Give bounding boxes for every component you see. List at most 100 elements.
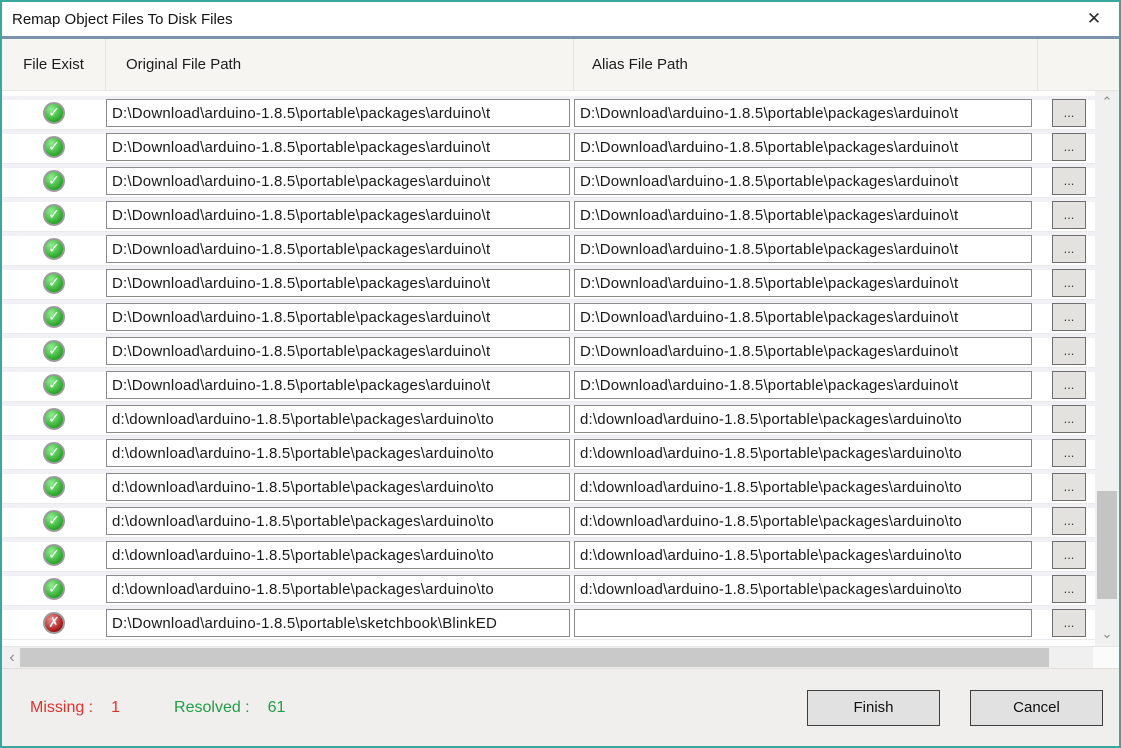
cancel-button[interactable]: Cancel <box>970 690 1103 726</box>
alias-path-input[interactable] <box>574 371 1032 399</box>
original-path-input[interactable] <box>106 609 570 637</box>
file-exist-cell: ✓ <box>2 170 106 192</box>
file-exist-cell: ✓ <box>2 408 106 430</box>
browse-button[interactable]: ... <box>1052 439 1086 467</box>
file-exist-cell: ✗ <box>2 612 106 634</box>
table-row: ✓ ... <box>2 436 1095 470</box>
table-row: ✓ ... <box>2 538 1095 572</box>
table-row: ✓ ... <box>2 96 1095 130</box>
file-exist-cell: ✓ <box>2 136 106 158</box>
table-row: ✓ ... <box>2 368 1095 402</box>
footer-bar: Missing : 1 Resolved : 61 Finish Cancel <box>2 668 1119 746</box>
original-path-input[interactable] <box>106 337 570 365</box>
alias-path-input[interactable] <box>574 541 1032 569</box>
alias-path-input[interactable] <box>574 99 1032 127</box>
original-path-input[interactable] <box>106 371 570 399</box>
table-header: File Exist Original File Path Alias File… <box>2 39 1119 91</box>
alias-path-input[interactable] <box>574 235 1032 263</box>
file-exist-cell: ✓ <box>2 442 106 464</box>
browse-button[interactable]: ... <box>1052 235 1086 263</box>
browse-button[interactable]: ... <box>1052 405 1086 433</box>
original-path-input[interactable] <box>106 201 570 229</box>
browse-button[interactable]: ... <box>1052 609 1086 637</box>
file-exist-cell: ✓ <box>2 204 106 226</box>
alias-path-input[interactable] <box>574 133 1032 161</box>
browse-button[interactable]: ... <box>1052 303 1086 331</box>
vertical-scrollbar-thumb[interactable] <box>1097 491 1117 599</box>
status-summary: Missing : 1 Resolved : 61 <box>30 699 807 717</box>
scroll-up-icon[interactable]: ⌃ <box>1095 91 1119 114</box>
original-path-input[interactable] <box>106 439 570 467</box>
file-exist-cell: ✓ <box>2 510 106 532</box>
alias-path-input[interactable] <box>574 575 1032 603</box>
table-row: ✓ ... <box>2 130 1095 164</box>
horizontal-scrollbar-thumb[interactable] <box>20 648 1049 667</box>
original-path-input[interactable] <box>106 575 570 603</box>
browse-button[interactable]: ... <box>1052 99 1086 127</box>
file-exists-icon: ✓ <box>43 272 65 294</box>
original-path-input[interactable] <box>106 133 570 161</box>
browse-button[interactable]: ... <box>1052 269 1086 297</box>
alias-path-input[interactable] <box>574 439 1032 467</box>
alias-path-input[interactable] <box>574 201 1032 229</box>
dialog-buttons: Finish Cancel <box>807 690 1103 726</box>
file-exists-icon: ✓ <box>43 136 65 158</box>
file-exist-cell: ✓ <box>2 306 106 328</box>
browse-button[interactable]: ... <box>1052 133 1086 161</box>
scroll-down-icon[interactable]: ⌄ <box>1095 623 1119 646</box>
browse-button[interactable]: ... <box>1052 541 1086 569</box>
vertical-scrollbar[interactable]: ⌃ ⌄ <box>1095 91 1119 646</box>
browse-button[interactable]: ... <box>1052 507 1086 535</box>
table-row: ✓ ... <box>2 164 1095 198</box>
file-missing-icon: ✗ <box>43 612 65 634</box>
table-row: ✓ ... <box>2 266 1095 300</box>
file-exists-icon: ✓ <box>43 510 65 532</box>
close-icon[interactable]: ✕ <box>1081 6 1107 32</box>
browse-button[interactable]: ... <box>1052 337 1086 365</box>
alias-path-input[interactable] <box>574 609 1032 637</box>
finish-button[interactable]: Finish <box>807 690 940 726</box>
file-exists-icon: ✓ <box>43 170 65 192</box>
alias-path-input[interactable] <box>574 269 1032 297</box>
original-path-input[interactable] <box>106 99 570 127</box>
alias-path-input[interactable] <box>574 167 1032 195</box>
scroll-left-icon[interactable]: ‹ <box>2 648 22 668</box>
remap-dialog: Remap Object Files To Disk Files ✕ File … <box>0 0 1121 748</box>
original-path-input[interactable] <box>106 541 570 569</box>
original-path-input[interactable] <box>106 405 570 433</box>
browse-button[interactable]: ... <box>1052 473 1086 501</box>
title-bar: Remap Object Files To Disk Files ✕ <box>2 2 1119 36</box>
alias-path-input[interactable] <box>574 405 1032 433</box>
resolved-label: Resolved : <box>174 699 250 717</box>
table-row: ✓ ... <box>2 300 1095 334</box>
original-path-input[interactable] <box>106 167 570 195</box>
horizontal-scrollbar[interactable]: ‹ › <box>2 646 1119 668</box>
alias-path-input[interactable] <box>574 473 1032 501</box>
browse-button[interactable]: ... <box>1052 575 1086 603</box>
scrollbar-corner <box>1093 647 1119 668</box>
original-path-input[interactable] <box>106 473 570 501</box>
alias-path-input[interactable] <box>574 507 1032 535</box>
table-row: ✓ ... <box>2 334 1095 368</box>
column-header-original-path: Original File Path <box>106 39 574 90</box>
file-exists-icon: ✓ <box>43 544 65 566</box>
file-exist-cell: ✓ <box>2 578 106 600</box>
alias-path-input[interactable] <box>574 303 1032 331</box>
missing-count: 1 <box>111 699 120 717</box>
file-exist-cell: ✓ <box>2 340 106 362</box>
alias-path-input[interactable] <box>574 337 1032 365</box>
browse-button[interactable]: ... <box>1052 201 1086 229</box>
table-row: ✓ ... <box>2 470 1095 504</box>
column-header-browse <box>1038 39 1119 90</box>
original-path-input[interactable] <box>106 269 570 297</box>
file-exists-icon: ✓ <box>43 374 65 396</box>
file-exist-cell: ✓ <box>2 544 106 566</box>
table-body-area: ✓ ... ✓ ... ✓ ... ✓ ... ✓ ... ✓ <box>2 91 1119 646</box>
window-title: Remap Object Files To Disk Files <box>12 11 1081 28</box>
original-path-input[interactable] <box>106 235 570 263</box>
table-body: ✓ ... ✓ ... ✓ ... ✓ ... ✓ ... ✓ <box>2 91 1095 646</box>
original-path-input[interactable] <box>106 303 570 331</box>
browse-button[interactable]: ... <box>1052 167 1086 195</box>
original-path-input[interactable] <box>106 507 570 535</box>
browse-button[interactable]: ... <box>1052 371 1086 399</box>
